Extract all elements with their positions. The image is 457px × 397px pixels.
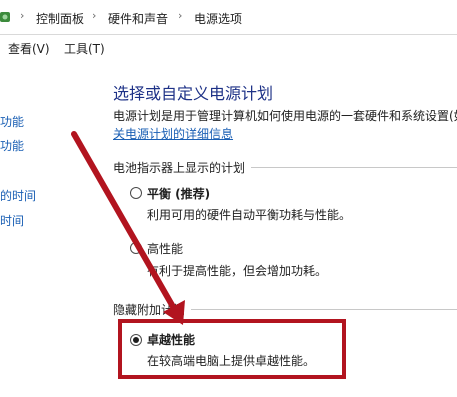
annotation-arrow-icon: [71, 131, 185, 325]
